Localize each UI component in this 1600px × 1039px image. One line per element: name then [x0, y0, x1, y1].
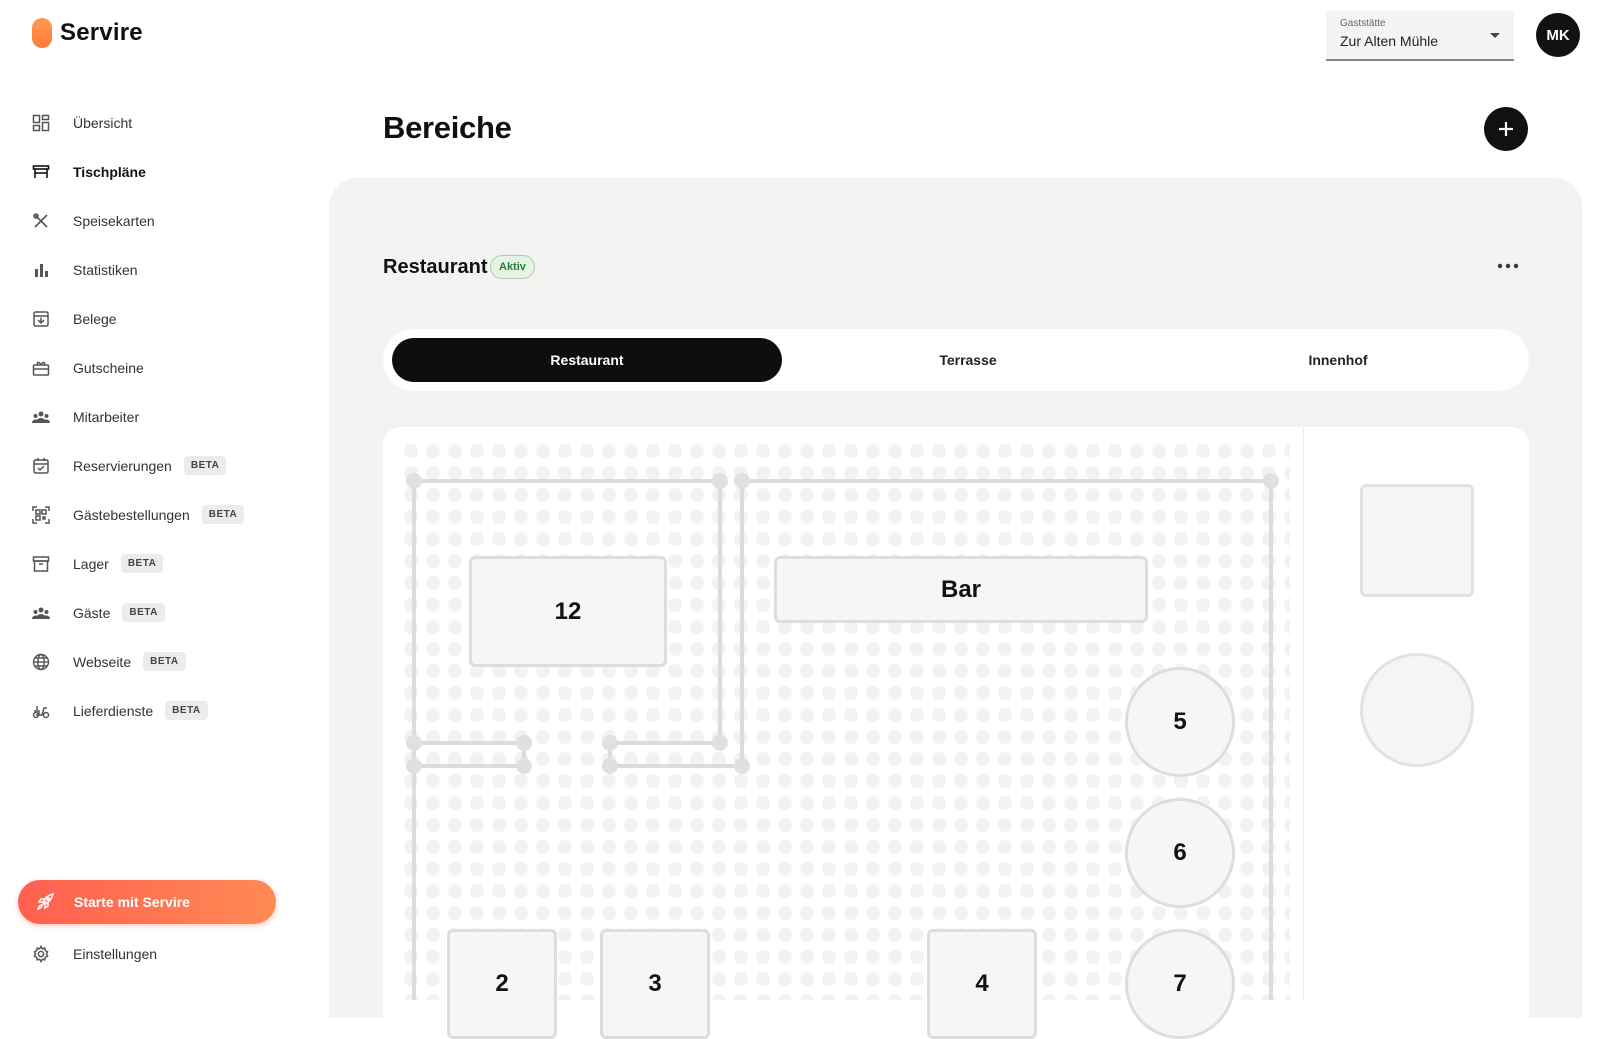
sidebar-item-mitarbeiter[interactable]: Mitarbeiter — [32, 392, 302, 441]
palette-round-table[interactable] — [1360, 653, 1474, 767]
page-title: Bereiche — [383, 110, 512, 145]
sidebar-item-gaeste[interactable]: Gäste BETA — [32, 588, 302, 637]
beta-badge: BETA — [183, 456, 227, 475]
scooter-icon — [32, 702, 50, 720]
sidebar-item-label: Einstellungen — [73, 946, 158, 962]
more-options-button[interactable] — [1496, 256, 1520, 276]
beta-badge: BETA — [201, 505, 245, 524]
palette-divider — [1303, 427, 1304, 1000]
venue-select-value: Zur Alten Mühle — [1340, 33, 1439, 49]
table-icon — [32, 163, 50, 181]
beta-badge: BETA — [165, 701, 208, 720]
sidebar-item-label: Gästebestellungen — [73, 506, 190, 523]
sidebar-item-label: Reservierungen — [73, 457, 172, 474]
sidebar-item-lieferdienste[interactable]: Lieferdienste BETA — [32, 686, 302, 735]
beta-badge: BETA — [143, 652, 186, 671]
receipt-icon — [32, 310, 50, 328]
dashboard-icon — [32, 114, 50, 132]
table-3[interactable]: 3 — [600, 929, 710, 1039]
sidebar-item-tischplaene[interactable]: Tischpläne — [32, 147, 302, 196]
beta-badge: BETA — [122, 603, 165, 622]
table-2[interactable]: 2 — [447, 929, 557, 1039]
table-12[interactable]: 12 — [469, 556, 667, 667]
table-6[interactable]: 6 — [1125, 798, 1235, 908]
user-avatar[interactable]: MK — [1536, 13, 1580, 57]
tab-innenhof[interactable]: Innenhof — [1153, 338, 1523, 382]
globe-icon — [32, 653, 50, 671]
sidebar-item-label: Belege — [73, 310, 117, 327]
table-4[interactable]: 4 — [927, 929, 1037, 1039]
sidebar-item-label: Gäste — [73, 604, 111, 621]
cutlery-icon — [32, 212, 50, 230]
gear-icon — [32, 945, 50, 963]
sidebar-nav: Übersicht Tischpläne Speisekarten Statis… — [32, 98, 302, 735]
rocket-icon — [36, 893, 54, 911]
add-area-button[interactable] — [1484, 107, 1528, 151]
table-5[interactable]: 5 — [1125, 667, 1235, 777]
gift-card-icon — [32, 359, 50, 377]
archive-box-icon — [32, 555, 50, 573]
qr-code-icon — [32, 505, 50, 524]
sidebar-item-label: Webseite — [73, 653, 132, 670]
chevron-down-icon — [1490, 33, 1500, 38]
sidebar-item-lager[interactable]: Lager BETA — [32, 539, 302, 588]
table-bar[interactable]: Bar — [774, 556, 1148, 623]
sidebar-item-label: Gutscheine — [73, 359, 144, 376]
logo-mark-icon — [32, 18, 52, 48]
start-servire-button[interactable]: Starte mit Servire — [18, 880, 276, 924]
area-name: Restaurant — [383, 256, 488, 278]
sidebar-item-statistiken[interactable]: Statistiken — [32, 245, 302, 294]
status-badge: Aktiv — [490, 255, 535, 279]
sidebar-item-label: Statistiken — [73, 261, 138, 278]
tab-restaurant[interactable]: Restaurant — [392, 338, 782, 382]
app-logo[interactable]: Servire — [32, 18, 143, 48]
sidebar-item-label: Lager — [73, 555, 109, 572]
venue-select-caption: Gaststätte — [1340, 18, 1386, 29]
app-name: Servire — [60, 19, 143, 46]
sidebar-item-label: Tischpläne — [73, 163, 146, 180]
sidebar-item-gutscheine[interactable]: Gutscheine — [32, 343, 302, 392]
beta-badge: BETA — [120, 554, 164, 573]
sidebar-item-belege[interactable]: Belege — [32, 294, 302, 343]
palette-square-table[interactable] — [1360, 484, 1474, 597]
sidebar-item-label: Speisekarten — [73, 212, 155, 229]
plus-icon — [1499, 122, 1513, 136]
sidebar-item-speisekarten[interactable]: Speisekarten — [32, 196, 302, 245]
bar-chart-icon — [32, 261, 50, 279]
guests-icon — [32, 604, 50, 622]
area-tabs: Restaurant Terrasse Innenhof — [383, 329, 1529, 391]
sidebar-item-label: Mitarbeiter — [73, 408, 140, 425]
calendar-check-icon — [32, 457, 50, 475]
start-servire-label: Starte mit Servire — [74, 894, 190, 910]
sidebar: Servire Übersicht Tischpläne Speisekarte… — [0, 0, 320, 1000]
sidebar-item-einstellungen[interactable]: Einstellungen — [32, 945, 157, 963]
sidebar-item-webseite[interactable]: Webseite BETA — [32, 637, 302, 686]
more-horizontal-icon — [1497, 263, 1519, 269]
people-icon — [32, 408, 50, 426]
sidebar-item-label: Übersicht — [73, 114, 133, 131]
venue-select[interactable]: Gaststätte Zur Alten Mühle — [1326, 11, 1514, 61]
tab-terrasse[interactable]: Terrasse — [783, 338, 1153, 382]
table-7[interactable]: 7 — [1125, 929, 1235, 1039]
sidebar-item-reservierungen[interactable]: Reservierungen BETA — [32, 441, 302, 490]
sidebar-item-label: Lieferdienste — [73, 702, 154, 719]
sidebar-item-uebersicht[interactable]: Übersicht — [32, 98, 302, 147]
sidebar-item-gaestebestellungen[interactable]: Gästebestellungen BETA — [32, 490, 302, 539]
